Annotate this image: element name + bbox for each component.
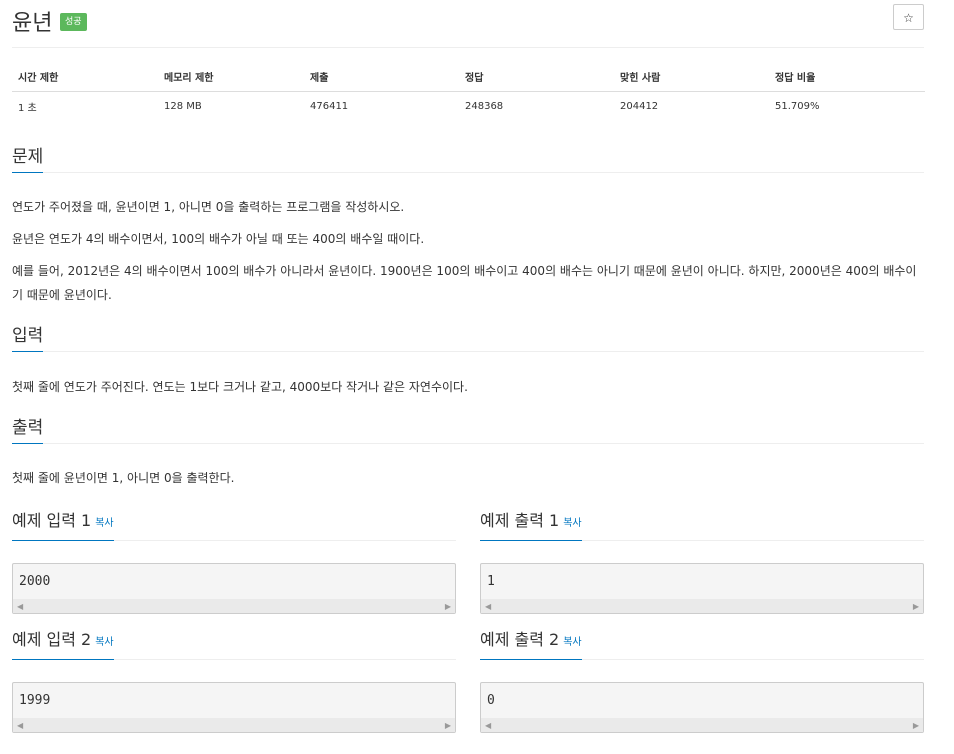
sample-input-2: 예제 입력 2 복사 1999 ◀ ▶ <box>12 629 456 733</box>
problem-paragraph-1: 연도가 주어졌을 때, 윤년이면 1, 아니면 0을 출력하는 프로그램을 작성… <box>12 200 405 214</box>
table-row: 1 초 128 MB 476411 248368 204412 51.709% <box>12 92 925 121</box>
problem-section-header: 문제 <box>12 146 924 173</box>
copy-button[interactable]: 복사 <box>95 518 113 529</box>
sample-input-1-header: 예제 입력 1 복사 <box>12 510 456 541</box>
sample-input-1-title: 예제 입력 1 <box>12 511 92 530</box>
scroll-left-icon[interactable]: ◀ <box>485 721 491 730</box>
sample-input-1-value: 2000 <box>19 574 51 589</box>
value-solvers: 204412 <box>620 100 659 112</box>
sample-output-2-title: 예제 출력 2 <box>480 630 560 649</box>
sample-output-1-title: 예제 출력 1 <box>480 511 560 530</box>
star-icon: ☆ <box>903 11 914 25</box>
sample-input-2-title: 예제 입력 2 <box>12 630 92 649</box>
sample-output-2: 예제 출력 2 복사 0 ◀ ▶ <box>480 629 924 733</box>
title-row: 윤년 성공 ☆ <box>12 0 924 48</box>
sample-input-1: 예제 입력 1 복사 2000 ◀ ▶ <box>12 510 456 614</box>
value-time-limit: 1 초 <box>18 102 37 114</box>
success-badge: 성공 <box>60 13 87 31</box>
header-accepted: 정답 <box>459 62 614 92</box>
sample-output-2-header: 예제 출력 2 복사 <box>480 629 924 660</box>
header-time-limit: 시간 제한 <box>12 62 158 92</box>
sample-output-2-value: 0 <box>487 693 495 708</box>
scroll-left-icon[interactable]: ◀ <box>17 721 23 730</box>
sample-output-1-value: 1 <box>487 574 495 589</box>
table-header-row: 시간 제한 메모리 제한 제출 정답 맞힌 사람 정답 비율 <box>12 62 925 92</box>
scroll-right-icon[interactable]: ▶ <box>445 721 451 730</box>
scroll-right-icon[interactable]: ▶ <box>445 602 451 611</box>
input-section-header: 입력 <box>12 325 924 352</box>
copy-button[interactable]: 복사 <box>563 518 581 529</box>
output-description: 첫째 줄에 윤년이면 1, 아니면 0을 출력한다. <box>12 471 235 485</box>
value-ratio: 51.709% <box>775 100 820 112</box>
problem-paragraph-3: 예를 들어, 2012년은 4의 배수이면서 100의 배수가 아니라서 윤년이… <box>12 264 917 302</box>
horizontal-scrollbar[interactable]: ◀ ▶ <box>481 599 923 613</box>
value-accepted: 248368 <box>465 100 504 112</box>
problem-title: 윤년 <box>12 11 53 36</box>
horizontal-scrollbar[interactable]: ◀ ▶ <box>13 599 455 613</box>
star-button[interactable]: ☆ <box>893 4 924 30</box>
header-submissions: 제출 <box>304 62 459 92</box>
problem-page: 윤년 성공 ☆ 시간 제한 메모리 제한 제출 정답 맞힌 사람 정답 비율 1… <box>12 0 925 733</box>
copy-button[interactable]: 복사 <box>95 637 113 648</box>
sample-output-1-header: 예제 출력 1 복사 <box>480 510 924 541</box>
scroll-right-icon[interactable]: ▶ <box>913 721 919 730</box>
header-memory-limit: 메모리 제한 <box>158 62 304 92</box>
sample-input-2-header: 예제 입력 2 복사 <box>12 629 456 660</box>
sample-input-2-box[interactable]: 1999 ◀ ▶ <box>12 682 456 733</box>
value-memory-limit: 128 MB <box>164 100 202 112</box>
input-heading: 입력 <box>12 325 44 352</box>
header-ratio: 정답 비율 <box>769 62 925 92</box>
output-section-header: 출력 <box>12 417 924 444</box>
header-solvers: 맞힌 사람 <box>614 62 769 92</box>
scroll-right-icon[interactable]: ▶ <box>913 602 919 611</box>
problem-heading: 문제 <box>12 146 44 173</box>
sample-input-1-box[interactable]: 2000 ◀ ▶ <box>12 563 456 614</box>
sample-input-2-value: 1999 <box>19 693 51 708</box>
sample-output-1-box[interactable]: 1 ◀ ▶ <box>480 563 924 614</box>
horizontal-scrollbar[interactable]: ◀ ▶ <box>481 718 923 732</box>
input-description: 첫째 줄에 연도가 주어진다. 연도는 1보다 크거나 같고, 4000보다 작… <box>12 380 468 394</box>
horizontal-scrollbar[interactable]: ◀ ▶ <box>13 718 455 732</box>
scroll-left-icon[interactable]: ◀ <box>17 602 23 611</box>
sample-output-2-box[interactable]: 0 ◀ ▶ <box>480 682 924 733</box>
value-submissions: 476411 <box>310 100 349 112</box>
sample-output-1: 예제 출력 1 복사 1 ◀ ▶ <box>480 510 924 614</box>
scroll-left-icon[interactable]: ◀ <box>485 602 491 611</box>
copy-button[interactable]: 복사 <box>563 637 581 648</box>
problem-paragraph-2: 윤년은 연도가 4의 배수이면서, 100의 배수가 아닐 때 또는 400의 … <box>12 232 425 246</box>
problem-info-table: 시간 제한 메모리 제한 제출 정답 맞힌 사람 정답 비율 1 초 128 M… <box>12 62 925 120</box>
output-heading: 출력 <box>12 417 44 444</box>
